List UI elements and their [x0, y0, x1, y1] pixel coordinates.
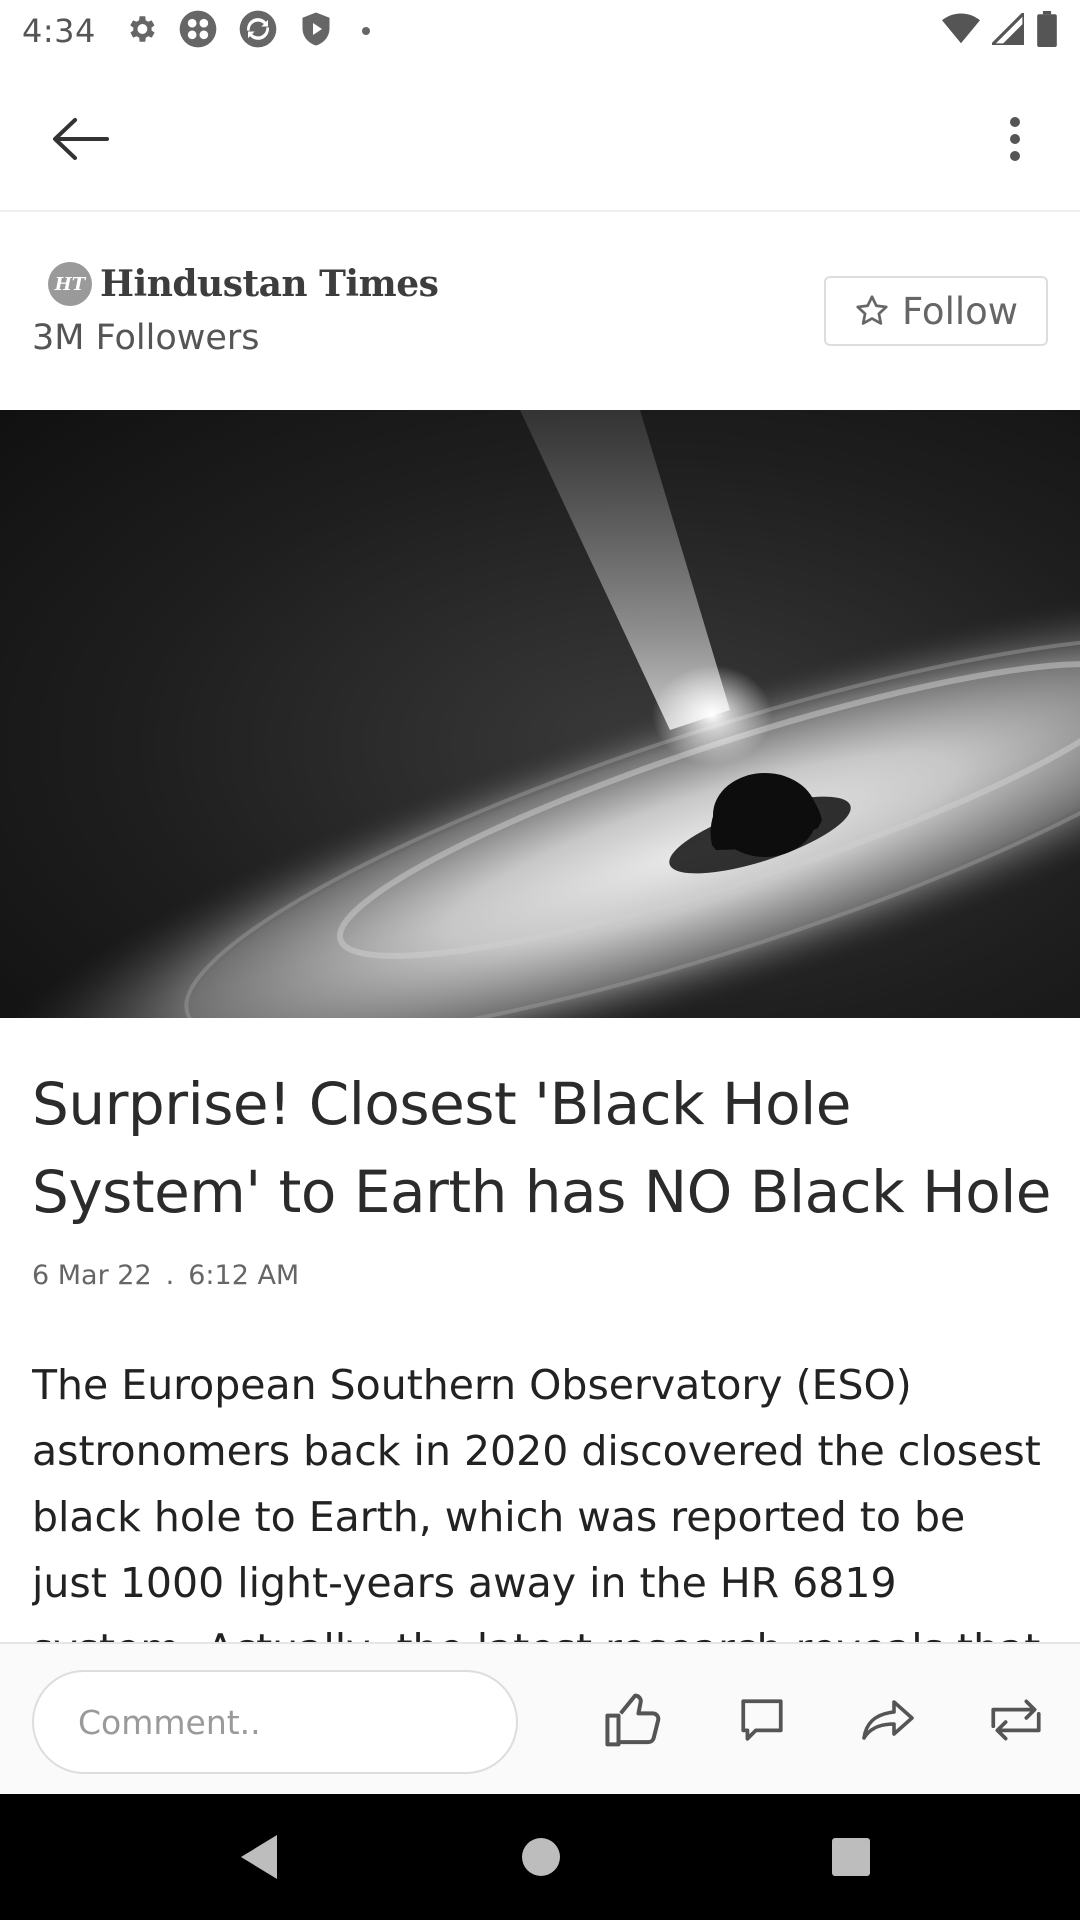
- like-icon: [605, 1693, 661, 1747]
- publisher-header: HT Hindustan Times 3M Followers Follow: [0, 214, 1080, 410]
- action-bar: [0, 1642, 1080, 1794]
- status-icons-left: [124, 9, 370, 53]
- article-date: 6 Mar 22: [32, 1260, 152, 1291]
- follow-button[interactable]: Follow: [824, 276, 1048, 346]
- status-time: 4:34: [22, 12, 96, 50]
- battery-icon: [1036, 11, 1058, 51]
- article-hero-image[interactable]: [0, 410, 1080, 1018]
- article-body: The European Southern Observatory (ESO) …: [32, 1361, 1041, 1642]
- settings-icon: [124, 12, 158, 50]
- app-icon: [178, 9, 218, 53]
- star-outline-icon: [856, 295, 888, 325]
- followers-count: 3M Followers: [32, 318, 260, 358]
- share-button[interactable]: [848, 1680, 928, 1760]
- nav-back-button[interactable]: [226, 1824, 292, 1890]
- comment-icon: [741, 1699, 783, 1741]
- publisher-name: Hindustan Times: [100, 263, 439, 305]
- more-options-button[interactable]: [990, 104, 1040, 174]
- signal-icon: [988, 9, 1026, 49]
- notification-dot-icon: [361, 27, 370, 35]
- repost-button[interactable]: [976, 1680, 1056, 1760]
- sync-icon: [238, 9, 278, 53]
- article-time: 6:12 AM: [188, 1260, 300, 1291]
- nav-recents-icon: [832, 1838, 870, 1876]
- nav-home-button[interactable]: [508, 1824, 574, 1890]
- comment-input[interactable]: [32, 1670, 518, 1774]
- app-bar: [0, 62, 1080, 212]
- status-bar: 4:34: [0, 0, 1080, 62]
- publisher-logo-badge: HT: [48, 262, 92, 306]
- share-icon: [862, 1700, 914, 1740]
- nav-back-icon: [241, 1835, 277, 1879]
- arrow-left-icon: [53, 118, 109, 160]
- article-meta: 6 Mar 22 . 6:12 AM: [32, 1260, 299, 1291]
- nav-recents-button[interactable]: [818, 1824, 884, 1890]
- repost-icon: [991, 1699, 1041, 1741]
- publisher-logo[interactable]: HT Hindustan Times: [48, 262, 439, 306]
- more-vert-icon: [1010, 117, 1020, 161]
- like-button[interactable]: [594, 1680, 674, 1760]
- follow-label: Follow: [901, 289, 1019, 333]
- article-headline: Surprise! Closest 'Black Hole System' to…: [32, 1070, 1052, 1226]
- meta-separator: .: [165, 1260, 175, 1291]
- shield-play-icon: [298, 10, 334, 52]
- black-hole-illustration: [0, 410, 1080, 1018]
- back-button[interactable]: [40, 104, 120, 174]
- system-nav-bar: [0, 1794, 1080, 1920]
- wifi-icon: [942, 13, 980, 49]
- status-icons-right: [942, 9, 1058, 51]
- comment-button[interactable]: [722, 1680, 802, 1760]
- nav-home-icon: [522, 1838, 560, 1876]
